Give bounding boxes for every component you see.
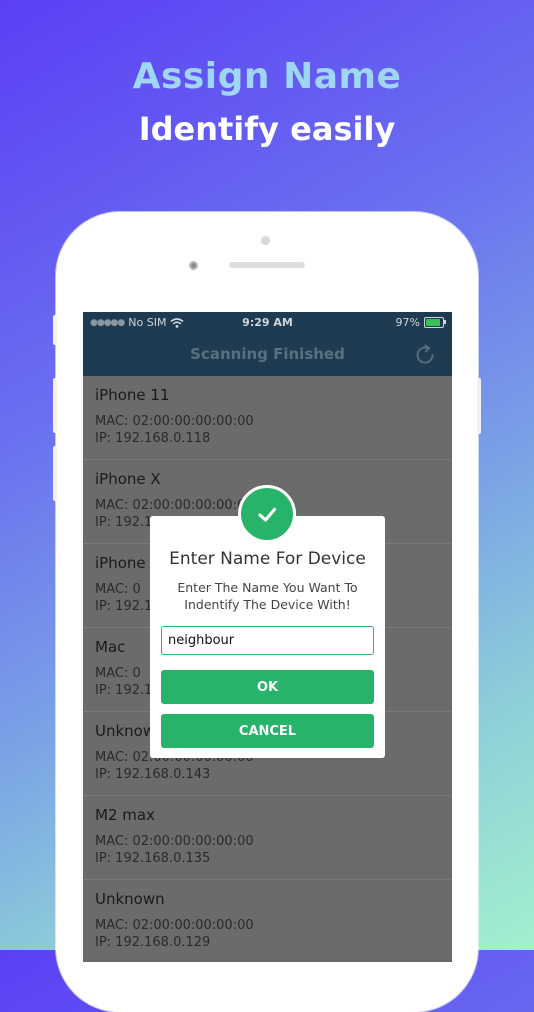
device-ip: IP: 192.168.0.118: [95, 431, 211, 446]
refresh-icon[interactable]: [412, 342, 438, 368]
ok-button[interactable]: OK: [161, 670, 374, 704]
device-name: Unknow: [95, 722, 156, 740]
phone-volume-down: [53, 446, 57, 501]
device-ip: IP: 192.168.0.143: [95, 767, 211, 782]
nav-title: Scanning Finished: [190, 345, 345, 363]
device-ip: IP: 192.1: [95, 599, 153, 614]
device-mac: MAC: 0: [95, 582, 141, 597]
battery-icon: [424, 317, 446, 328]
dialog-title: Enter Name For Device: [169, 549, 366, 569]
success-badge: [238, 485, 296, 543]
phone-power-button: [477, 378, 481, 434]
device-name: Mac: [95, 638, 126, 656]
device-name: iPhone X: [95, 470, 161, 488]
device-name-input[interactable]: [161, 626, 374, 655]
device-ip: IP: 192.168.0.135: [95, 851, 211, 866]
promo-subtitle: Identify easily: [138, 110, 396, 148]
nav-bar: Scanning Finished: [83, 334, 452, 376]
device-ip: IP: 192.168.0.129: [95, 935, 211, 950]
battery-fill: [426, 319, 440, 326]
status-bar: ●●●●● No SIM 9:29 AM 97%: [83, 312, 452, 334]
name-dialog: Enter Name For Device Enter The Name You…: [150, 516, 385, 758]
phone-mute-switch: [53, 315, 57, 345]
device-name: M2 max: [95, 806, 155, 824]
earpiece-speaker: [229, 262, 305, 268]
proximity-sensor: [261, 236, 270, 245]
device-name: Unknown: [95, 890, 165, 908]
device-row[interactable]: M2 max MAC: 02:00:00:00:00:00 IP: 192.168.…: [83, 796, 452, 880]
device-name: iPhone 11: [95, 386, 170, 404]
device-mac: MAC: 0: [95, 666, 141, 681]
promo-title: Assign Name: [132, 56, 402, 97]
device-name: iPhone: [95, 554, 146, 572]
dialog-message: Enter The Name You Want To Indentify The…: [177, 580, 358, 612]
cancel-button[interactable]: CANCEL: [161, 714, 374, 748]
device-ip: IP: 192.1: [95, 683, 153, 698]
device-ip: IP: 192.1: [95, 515, 153, 530]
device-mac: MAC: 02:00:00:00:00:00: [95, 918, 254, 933]
phone-volume-up: [53, 378, 57, 433]
device-mac: MAC: 02:00:00:00:00:00: [95, 834, 254, 849]
device-mac: MAC: 02:00:00:00:00:00: [95, 498, 254, 513]
front-camera-icon: [189, 261, 198, 270]
device-row[interactable]: iPhone 11 MAC: 02:00:00:00:00:00 IP: 192.1…: [83, 376, 452, 460]
battery-percent: 97%: [395, 316, 420, 329]
device-mac: MAC: 02:00:00:00:00:00: [95, 414, 254, 429]
check-icon: [258, 507, 277, 522]
